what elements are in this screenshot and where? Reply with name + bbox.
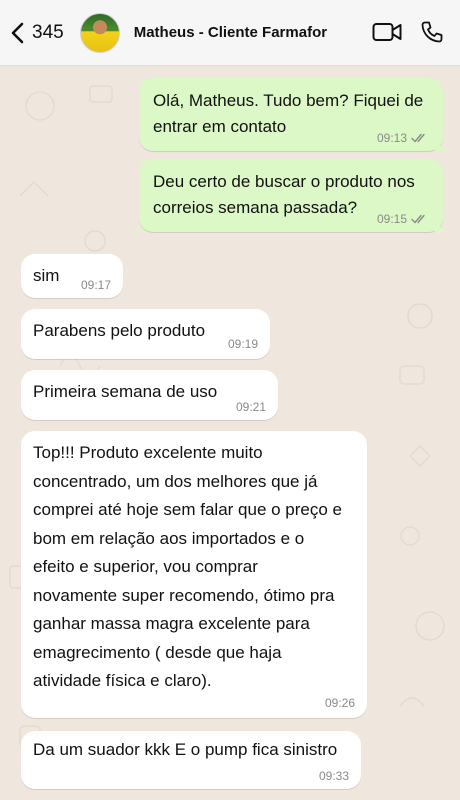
bubble-tail — [435, 137, 449, 151]
message-bubble-outgoing[interactable]: Olá, Matheus. Tudo bem? Fiquei de entrar… — [139, 78, 449, 151]
message-bubble-incoming[interactable]: Da um suador kkk E o pump fica sinistro … — [21, 731, 361, 789]
unread-count: 345 — [32, 21, 64, 43]
video-call-icon[interactable] — [372, 20, 402, 44]
message-time: 09:13 — [376, 131, 407, 145]
message-time: 09:17 — [80, 278, 111, 292]
chat-area[interactable]: Olá, Matheus. Tudo bem? Fiquei de entrar… — [0, 66, 460, 800]
message-bubble-incoming[interactable]: Primeira semana de uso 09:21 — [21, 370, 278, 420]
message-bubble-incoming[interactable]: Top!!! Produto excelente muito concentra… — [21, 431, 367, 718]
message-meta: 09:19 — [228, 337, 258, 351]
message-bubble-outgoing[interactable]: Deu certo de buscar o produto nos correi… — [139, 159, 449, 232]
contact-avatar[interactable] — [79, 12, 120, 53]
phone-call-icon[interactable] — [420, 20, 444, 44]
message-text: Da um suador kkk E o pump fica sinistro — [33, 740, 338, 759]
contact-name[interactable]: Matheus - Cliente Farmafor — [134, 24, 342, 41]
message-meta: 09:17 — [81, 278, 111, 292]
message-time: 09:15 — [376, 212, 407, 226]
back-chevron-icon — [11, 22, 24, 43]
message-meta: 09:13 — [377, 131, 429, 145]
read-ticks-icon — [411, 133, 425, 143]
message-time: 09:21 — [235, 400, 266, 414]
message-meta: 09:33 — [319, 769, 349, 783]
message-time: 09:33 — [318, 769, 349, 783]
chat-header: 345 Matheus - Cliente Farmafor — [0, 0, 460, 66]
read-ticks-icon — [411, 214, 425, 224]
message-bubble-incoming[interactable]: sim 09:17 — [21, 254, 123, 298]
message-text: Top!!! Produto excelente muito concentra… — [33, 443, 343, 690]
message-bubble-incoming[interactable]: Parabens pelo produto 09:19 — [21, 309, 270, 359]
message-time: 09:26 — [324, 696, 355, 710]
message-meta: 09:15 — [377, 212, 429, 226]
back-button[interactable]: 345 — [10, 22, 64, 44]
message-time: 09:19 — [227, 337, 258, 351]
message-meta: 09:26 — [325, 696, 355, 710]
message-meta: 09:21 — [236, 400, 266, 414]
bubble-tail — [435, 218, 449, 232]
